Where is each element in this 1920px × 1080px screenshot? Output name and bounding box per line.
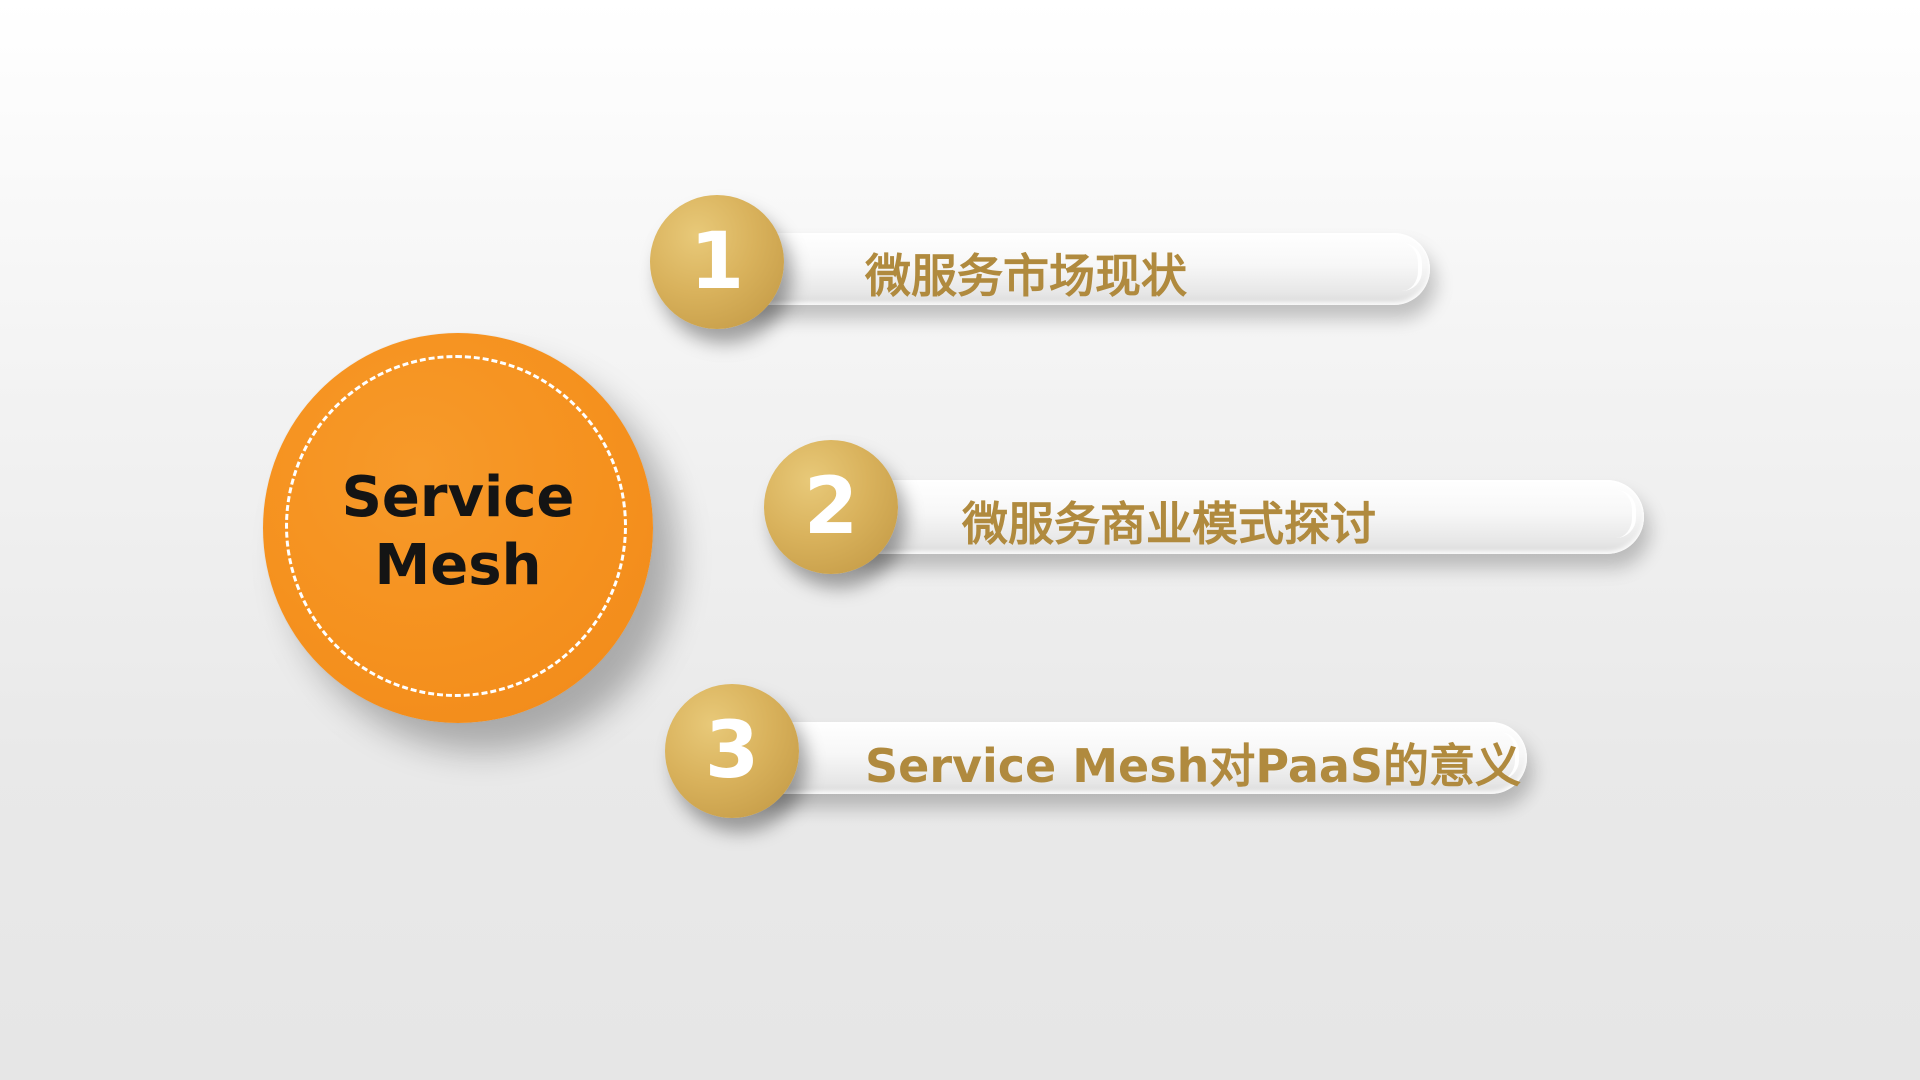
agenda-item-1-label: 微服务市场现状 — [865, 249, 1187, 303]
topic-title: Service Mesh — [263, 333, 653, 727]
agenda-item-3-label: Service Mesh对PaaS的意义 — [865, 739, 1522, 793]
agenda-item-3: 3 Service Mesh对PaaS的意义 — [665, 684, 1527, 824]
agenda-item-2: 2 微服务商业模式探讨 — [764, 440, 1644, 580]
agenda-item-2-number: 2 — [764, 440, 898, 574]
topic-title-line-2: Mesh — [374, 533, 542, 598]
agenda-item-3-number: 3 — [665, 684, 799, 818]
agenda-item-1: 1 微服务市场现状 — [650, 195, 1430, 335]
slide: Service Mesh 1 微服务市场现状 2 微服务商业模式探讨 3 Ser… — [0, 0, 1920, 1080]
agenda-item-2-label: 微服务商业模式探讨 — [962, 497, 1376, 551]
topic-title-line-1: Service — [341, 465, 575, 530]
topic-circle: Service Mesh — [263, 333, 653, 723]
agenda-item-1-number: 1 — [650, 195, 784, 329]
